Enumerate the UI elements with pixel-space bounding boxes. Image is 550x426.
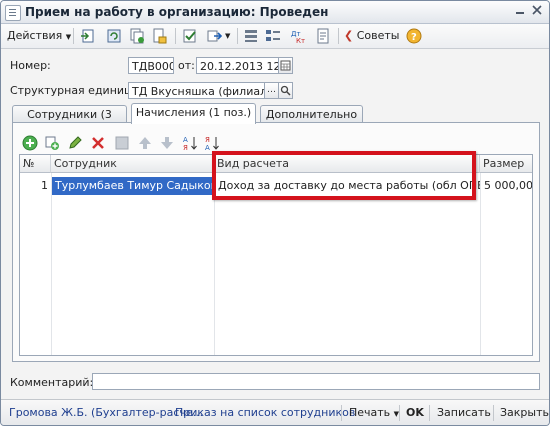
chevron-down-icon: ▼	[65, 33, 72, 41]
column-divider	[214, 173, 215, 355]
svg-text:?: ?	[411, 32, 417, 43]
subordinate-documents-icon[interactable]	[265, 28, 281, 44]
move-to-list-icon[interactable]	[80, 28, 96, 44]
edit-row-icon[interactable]	[67, 135, 83, 151]
chevron-down-icon[interactable]: ▼	[225, 27, 230, 45]
close-form-button[interactable]: Закрыть	[500, 405, 549, 421]
unit-select-button[interactable]: …	[264, 82, 279, 99]
advice-icon: ❮	[344, 29, 354, 42]
debit-credit-icon[interactable]: ДтКт	[290, 28, 306, 44]
date-label: от:	[178, 59, 195, 72]
bottom-bar: Громова Ж.Б. (Бухгалтер-расче... Приказ …	[1, 399, 549, 425]
copy-document-icon[interactable]	[129, 28, 145, 44]
advice-label: Советы	[356, 29, 400, 42]
move-up-icon[interactable]	[137, 135, 153, 151]
title-bar: Прием на работу в организацию: Проведен	[1, 1, 549, 24]
actions-menu-button[interactable]: Действия ▼	[7, 27, 71, 45]
toolbar-separator	[338, 28, 339, 44]
svg-text:Я: Я	[205, 136, 210, 144]
unit-field[interactable]: ТД Вкусняшка (филиал "Т	[128, 82, 265, 99]
window-title: Прием на работу в организацию: Проведен	[25, 5, 329, 19]
comment-field[interactable]	[92, 373, 540, 390]
unit-label: Структурная единица:	[10, 84, 142, 97]
calendar-button[interactable]	[278, 57, 293, 74]
highlight-frame	[212, 151, 476, 200]
column-header-amount[interactable]: Размер	[480, 155, 532, 173]
delete-row-icon[interactable]	[90, 135, 106, 151]
document-window: Прием на работу в организацию: Проведен …	[0, 0, 550, 426]
column-divider	[480, 173, 481, 355]
report-icon[interactable]	[315, 28, 331, 44]
refresh-icon[interactable]	[106, 28, 122, 44]
add-row-icon[interactable]	[22, 135, 38, 151]
print-order-link[interactable]: Приказ на список сотрудников	[175, 405, 355, 421]
sort-descending-icon[interactable]: ЯА	[204, 135, 220, 151]
actions-label: Действия	[7, 29, 63, 42]
svg-text:Я: Я	[183, 144, 188, 151]
print-label: Печать	[349, 406, 391, 419]
help-icon[interactable]: ?	[406, 28, 422, 44]
close-icon	[532, 5, 542, 15]
responsible-user[interactable]: Громова Ж.Б. (Бухгалтер-расче...	[9, 405, 203, 421]
svg-text:А: А	[183, 136, 188, 144]
minimize-button[interactable]	[512, 4, 528, 19]
tab-accruals[interactable]: Начисления (1 поз.)	[131, 103, 256, 124]
close-button[interactable]	[529, 4, 545, 19]
bar-separator	[429, 405, 430, 421]
row-number: 1	[41, 179, 48, 192]
column-header-employee[interactable]: Сотрудник	[51, 155, 214, 173]
save-button[interactable]: Записать	[437, 405, 491, 421]
toolbar-separator	[175, 28, 176, 44]
number-label: Номер:	[10, 59, 51, 72]
end-edit-icon[interactable]	[114, 135, 130, 151]
tab-additional[interactable]: Дополнительно	[260, 105, 363, 123]
new-document-icon[interactable]	[151, 28, 167, 44]
tab-employees[interactable]: Сотрудники (3 поз.)	[12, 105, 127, 138]
go-to-icon[interactable]	[207, 28, 223, 44]
bar-separator	[399, 405, 400, 421]
svg-text:А: А	[205, 144, 210, 151]
toolbar: Действия ▼ ▼ Дт Кт ❮ Советы ?	[1, 24, 549, 49]
row-amount[interactable]: 5 000,000	[481, 177, 532, 195]
bar-separator	[341, 405, 342, 421]
structure-icon[interactable]	[243, 28, 259, 44]
advice-button[interactable]: ❮ Советы	[344, 27, 399, 45]
toolbar-separator	[237, 28, 238, 44]
copy-row-icon[interactable]	[44, 135, 60, 151]
print-menu-button[interactable]: Печать ▼	[349, 405, 399, 422]
toolbar-separator	[73, 28, 74, 44]
bar-separator	[493, 405, 494, 421]
move-down-icon[interactable]	[159, 135, 175, 151]
date-field[interactable]: 20.12.2013 12:0	[196, 57, 279, 74]
ok-button[interactable]: OK	[406, 405, 424, 421]
calendar-icon	[280, 60, 291, 71]
number-field[interactable]: ТДВ0000	[128, 57, 174, 74]
row-employee[interactable]: Турлумбаев Тимур Садыков...	[52, 177, 214, 195]
svg-text:Кт: Кт	[296, 37, 305, 44]
column-divider	[51, 173, 52, 355]
unit-open-button[interactable]	[278, 82, 293, 99]
column-header-number[interactable]: №	[20, 155, 51, 173]
comment-label: Комментарий:	[10, 376, 94, 389]
document-icon	[5, 5, 21, 21]
post-document-icon[interactable]	[182, 28, 198, 44]
minimize-icon	[516, 12, 524, 14]
search-icon	[280, 85, 291, 96]
sort-ascending-icon[interactable]: АЯ	[182, 135, 198, 151]
